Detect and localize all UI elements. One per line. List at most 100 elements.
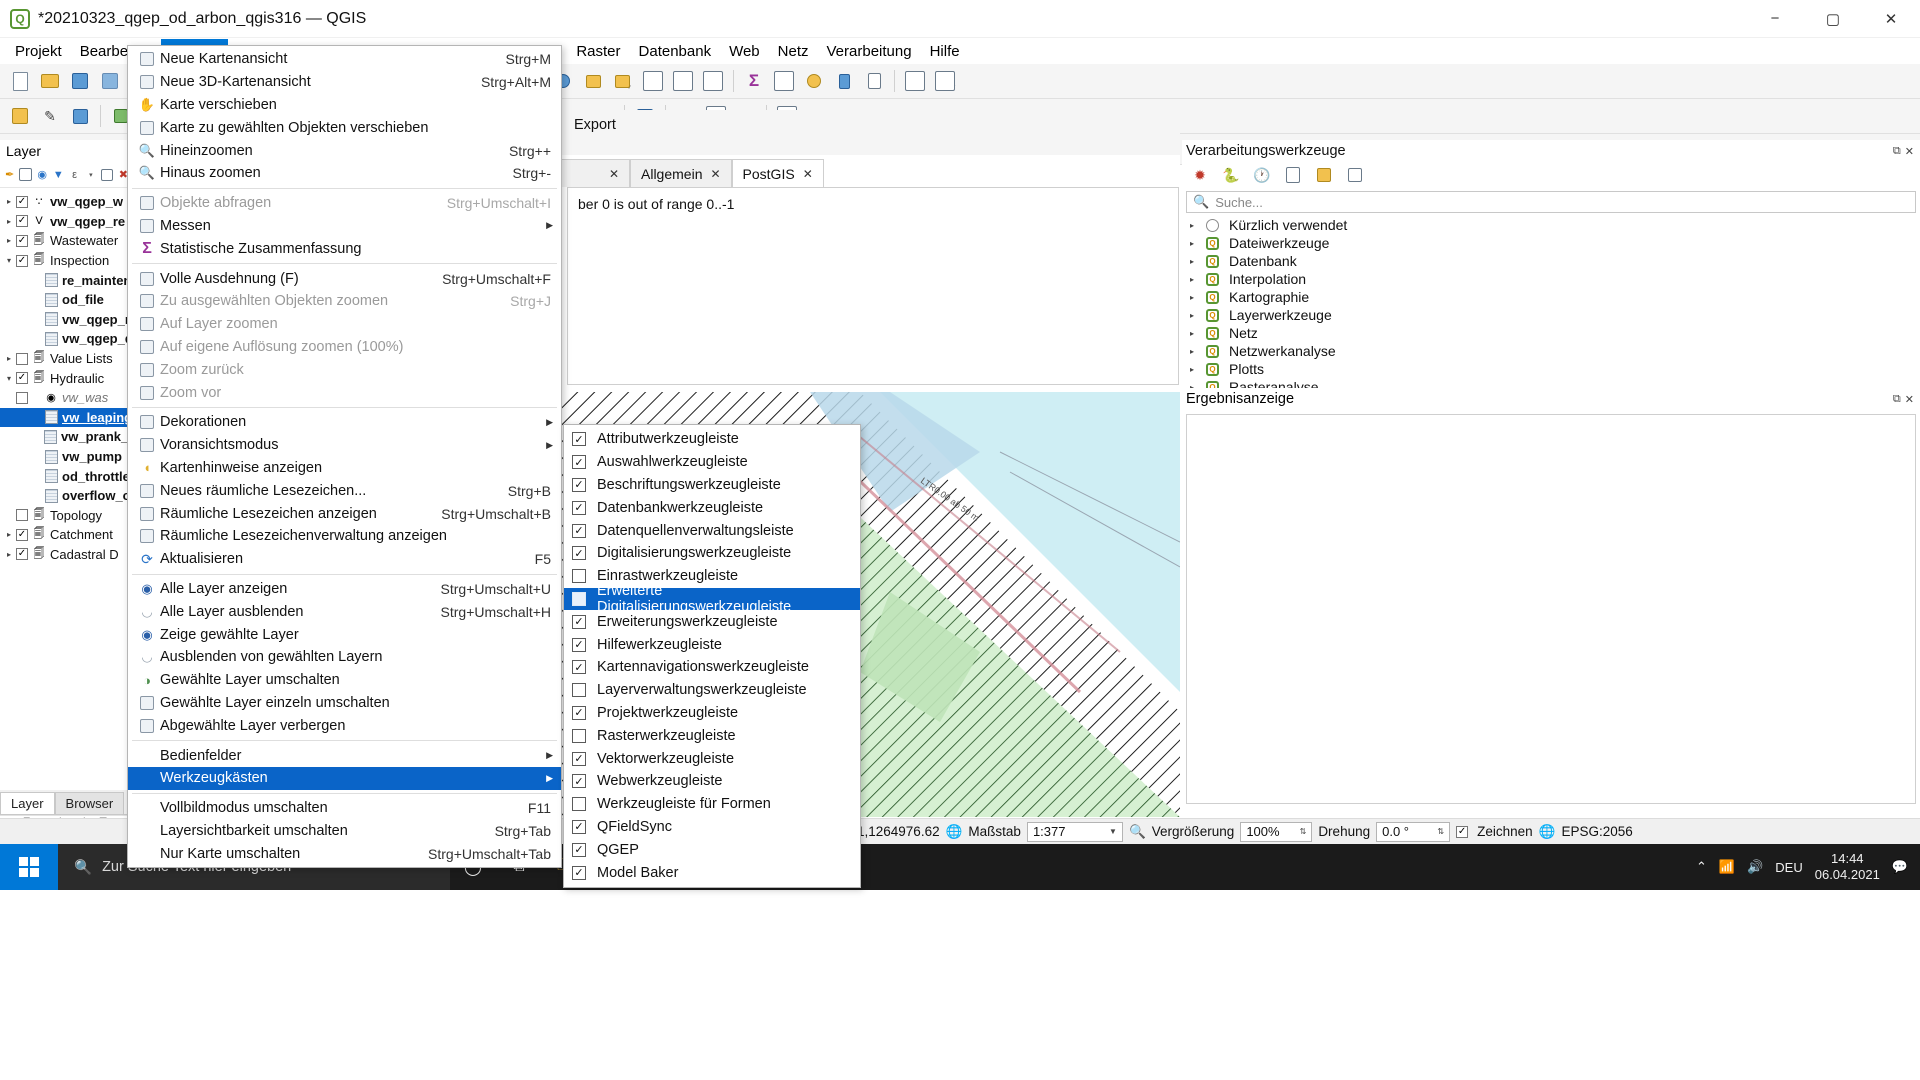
toolbar-visibility-checkbox[interactable]: ✓ — [572, 637, 586, 652]
new-bookmark-icon[interactable] — [830, 67, 858, 95]
toolbar-menu-item[interactable]: Werkzeugleiste für Formen — [564, 793, 860, 816]
processing-group-item[interactable]: ▸ Q Kartographie — [1182, 288, 1920, 306]
expand-toggle-icon[interactable]: ▸ — [1190, 293, 1202, 302]
toolbar-visibility-checkbox[interactable] — [572, 683, 586, 698]
menu-item-gewählte-layer-einzeln-umschalten[interactable]: Gewählte Layer einzeln umschalten — [128, 692, 561, 715]
tab-unnamed[interactable]: ✕ — [560, 159, 630, 187]
crs-icon[interactable]: 🌐 — [1539, 824, 1556, 840]
show-bookmarks-icon[interactable] — [860, 67, 888, 95]
menu-item-abgewählte-layer-verbergen[interactable]: Abgewählte Layer verbergen — [128, 714, 561, 737]
save-project-icon[interactable] — [66, 67, 94, 95]
toolbar-menu-item[interactable]: ✓ Beschriftungswerkzeugleiste — [564, 474, 860, 497]
toolbar-menu-item[interactable]: Rasterwerkzeugleiste — [564, 724, 860, 747]
menu-item-vollbildmodus-umschalten[interactable]: Vollbildmodus umschalten F11 — [128, 797, 561, 820]
processing-group-item[interactable]: ▸ Q Netz — [1182, 324, 1920, 342]
menu-item-voransichtsmodus[interactable]: Voransichtsmodus ▶ — [128, 434, 561, 457]
layer-tree-item[interactable]: vw_prank_v — [0, 427, 133, 447]
toolbar-menu-item[interactable]: ✓ Model Baker — [564, 861, 860, 884]
expand-toggle-icon[interactable]: ▸ — [1190, 239, 1202, 248]
layer-tree-item[interactable]: ▾ ✓ 🗐 Hydraulic — [0, 368, 133, 388]
menu-item-neues-räumliche-lesezeichen[interactable]: Neues räumliche Lesezeichen... Strg+B — [128, 479, 561, 502]
magnifier-spinbox[interactable]: 100% ⇅ — [1240, 821, 1313, 842]
view-menu-dropdown[interactable]: Neue Kartenansicht Strg+M Neue 3D-Kartenan… — [127, 45, 562, 869]
layer-visibility-checkbox[interactable]: ✓ — [16, 372, 28, 385]
layer-tree-item[interactable]: re_mainten — [0, 270, 133, 290]
menu-netz[interactable]: Netz — [769, 39, 818, 64]
notification-icon[interactable]: 💬 — [1892, 859, 1908, 875]
expand-toggle-icon[interactable]: ▸ — [1190, 275, 1202, 284]
toolbar-visibility-checkbox[interactable]: ✓ — [572, 660, 586, 675]
processing-group-item[interactable]: ▸ Kürzlich verwendet — [1182, 216, 1920, 234]
close-icon[interactable]: ✕ — [710, 167, 720, 181]
menu-item-ausblenden-von-gewählten-layern[interactable]: ◡ Ausblenden von gewählten Layern — [128, 646, 561, 669]
close-icon[interactable]: ✕ — [1905, 145, 1914, 158]
toolbar-menu-item[interactable]: ✓ Projektwerkzeugleiste — [564, 702, 860, 725]
layer-visibility-checkbox[interactable]: ✓ — [16, 215, 28, 228]
toolbar-menu-item[interactable]: Erweiterte Digitalisierungswerkzeugleist… — [564, 583, 860, 615]
processing-algorithm-tree[interactable]: ▸ Kürzlich verwendet ▸ Q Dateiwerkzeuge ▸ Q Dat… — [1182, 213, 1920, 396]
layer-tree-item[interactable]: vw_pump — [0, 447, 133, 467]
expand-toggle-icon[interactable]: ▸ — [2, 550, 16, 559]
menu-hilfe[interactable]: Hilfe — [921, 39, 969, 64]
toolbar-visibility-checkbox[interactable]: ✓ — [572, 546, 586, 561]
layer-visibility-checkbox[interactable]: ✓ — [16, 254, 28, 267]
stepper-icon[interactable]: ⇅ — [1437, 827, 1444, 836]
menu-item-dekorationen[interactable]: Dekorationen ▶ — [128, 411, 561, 434]
menu-item-alle-layer-anzeigen[interactable]: ◉ Alle Layer anzeigen Strg+Umschalt+U — [128, 578, 561, 601]
toolbar-menu-item[interactable]: ✓ Webwerkzeugleiste — [564, 770, 860, 793]
menu-item-zeige-gewählte-layer[interactable]: ◉ Zeige gewählte Layer — [128, 623, 561, 646]
menu-item-werkzeugkästen[interactable]: Werkzeugkästen ▶ — [128, 766, 561, 790]
toolbar-menu-item[interactable]: ✓ Attributwerkzeugleiste — [564, 428, 860, 451]
manage-layer-visibility-icon[interactable]: ◉ — [35, 165, 50, 185]
toolbar-menu-item[interactable]: ✓ QFieldSync — [564, 816, 860, 839]
processing-group-item[interactable]: ▸ Q Interpolation — [1182, 270, 1920, 288]
expression-filter-icon[interactable]: ε — [67, 165, 82, 185]
expand-toggle-icon[interactable]: ▸ — [1190, 365, 1202, 374]
save-layer-edits-icon[interactable] — [66, 102, 94, 130]
menu-item-volle-ausdehnung-f[interactable]: Volle Ausdehnung (F) Strg+Umschalt+F — [128, 267, 561, 290]
annotation-dropdown-icon[interactable]: ▾ — [931, 67, 959, 95]
toolbar-visibility-checkbox[interactable]: ✓ — [572, 705, 586, 720]
menu-web[interactable]: Web — [720, 39, 769, 64]
layer-tree-item[interactable]: ▸ ✓ 🗐 Wastewater — [0, 231, 133, 251]
expand-toggle-icon[interactable]: ▸ — [1190, 347, 1202, 356]
toggle-editing-icon[interactable]: ✎ — [36, 102, 64, 130]
layer-visibility-checkbox[interactable] — [16, 509, 28, 522]
layer-tree-item[interactable]: ◉ vw_was — [0, 388, 133, 408]
toolbar-visibility-checkbox[interactable] — [572, 569, 586, 584]
deselect-features-icon[interactable] — [639, 67, 667, 95]
toolbar-visibility-checkbox[interactable]: ✓ — [572, 523, 586, 538]
processing-group-item[interactable]: ▸ Q Plotts — [1182, 360, 1920, 378]
expand-toggle-icon[interactable]: ▾ — [2, 374, 16, 383]
processing-search-input[interactable]: 🔍 Suche... — [1186, 191, 1916, 213]
map-tips-icon[interactable] — [800, 67, 828, 95]
layer-tree-item[interactable]: od_file — [0, 290, 133, 310]
layer-tree-item[interactable]: overflow_c — [0, 486, 133, 506]
close-icon[interactable]: ✕ — [1905, 393, 1914, 406]
layer-tree-item[interactable]: 🗐 Topology — [0, 506, 133, 526]
layer-tree-item[interactable]: ▸ 🗐 Value Lists — [0, 349, 133, 369]
menu-item-karte-verschieben[interactable]: ✋ Karte verschieben — [128, 94, 561, 117]
clock[interactable]: 14:44 06.04.2021 — [1815, 851, 1880, 882]
open-project-icon[interactable] — [36, 67, 64, 95]
toolbar-menu-item[interactable]: Layerverwaltungswerkzeugleiste — [564, 679, 860, 702]
menu-item-nur-karte-umschalten[interactable]: Nur Karte umschalten Strg+Umschalt+Tab — [128, 842, 561, 865]
menu-raster[interactable]: Raster — [567, 39, 629, 64]
menu-item-alle-layer-ausblenden[interactable]: ◡ Alle Layer ausblenden Strg+Umschalt+H — [128, 600, 561, 623]
history-icon[interactable]: 🕐 — [1248, 161, 1276, 189]
measure-icon[interactable] — [770, 67, 798, 95]
layer-visibility-checkbox[interactable]: ✓ — [16, 195, 28, 208]
expand-toggle-icon[interactable]: ▾ — [2, 256, 16, 265]
layer-tree[interactable]: ▸ ✓ ∵ vw_qgep_w ▸ ✓ Vvw_qgep_re ▸ ✓ 🗐 Wastewater ▾ ✓… — [0, 188, 133, 564]
toolbar-menu-item[interactable]: ✓ Digitalisierungswerkzeugleiste — [564, 542, 860, 565]
models-icon[interactable] — [1310, 161, 1338, 189]
layer-tree-item[interactable]: vw_qgep_n — [0, 310, 133, 330]
crs-value[interactable]: EPSG:2056 — [1561, 824, 1632, 839]
statistical-summary-icon[interactable]: Σ — [740, 67, 768, 95]
layer-visibility-checkbox[interactable] — [16, 391, 28, 404]
layer-tree-item[interactable]: ▸ ✓ ∵ vw_qgep_w — [0, 192, 133, 212]
menu-item-neue-3d-kartenansicht[interactable]: Neue 3D-Kartenansicht Strg+Alt+M — [128, 71, 561, 94]
select-features-icon[interactable] — [579, 67, 607, 95]
undock-icon[interactable]: ⧉ — [1893, 145, 1901, 158]
toolbar-menu-item[interactable]: ✓ Datenquellenverwaltungsleiste — [564, 519, 860, 542]
